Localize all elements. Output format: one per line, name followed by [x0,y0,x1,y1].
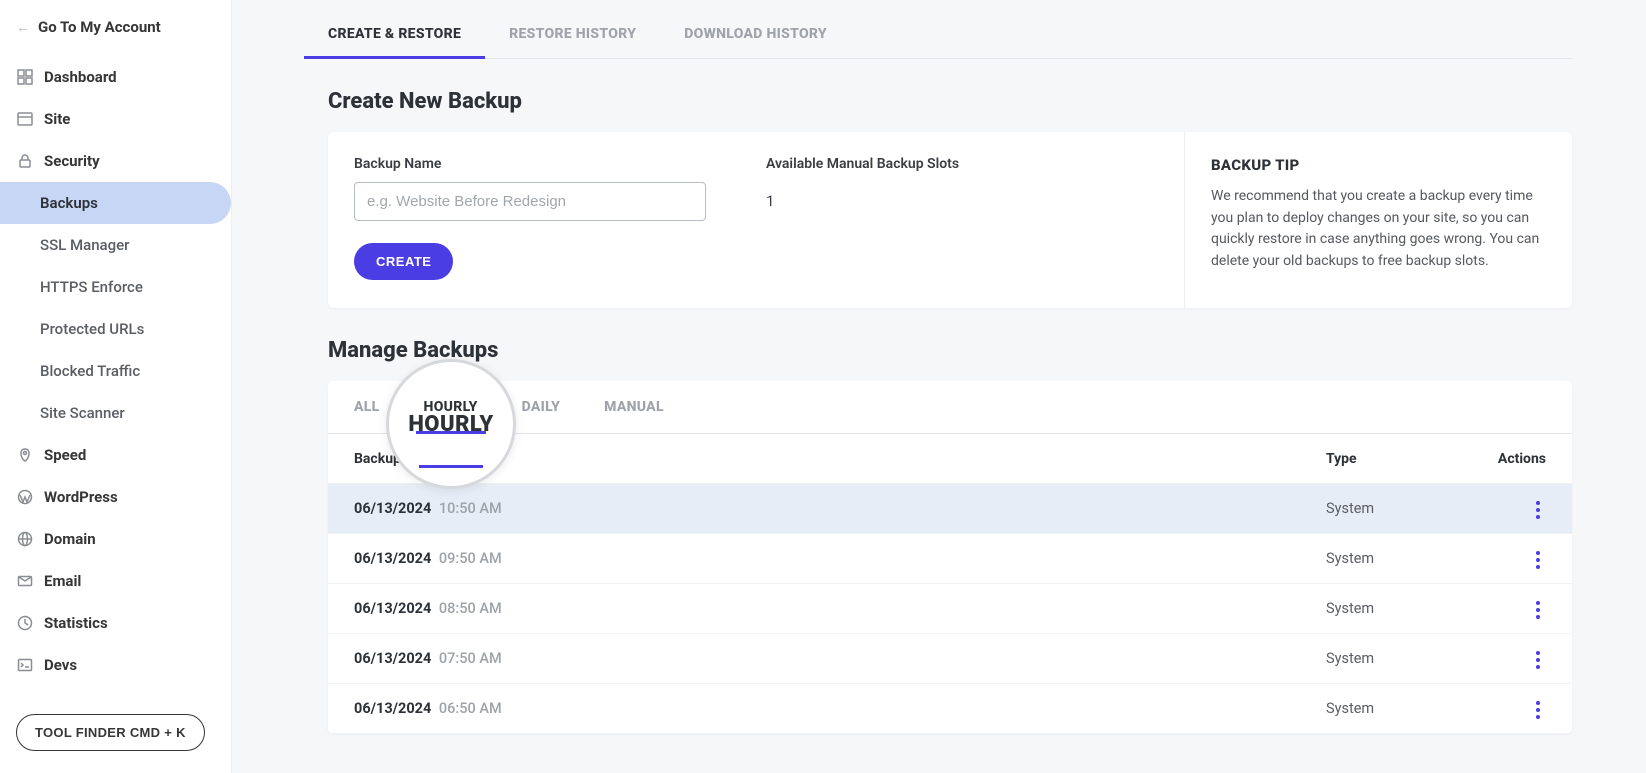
sidebar-item-email[interactable]: Email [0,560,231,602]
top-tabs: CREATE & RESTORE RESTORE HISTORY DOWNLOA… [328,12,1572,59]
tab-restore-history[interactable]: RESTORE HISTORY [509,12,636,58]
window-icon [16,110,34,128]
sidebar-nav: Dashboard Site Security Backups SSL Mana… [0,56,231,686]
go-to-account-link[interactable]: ← Go To My Account [0,8,231,46]
sidebar-footer: TOOL FINDER CMD + K [0,696,231,773]
create-backup-heading: Create New Backup [328,89,1572,114]
row-type: System [1326,600,1466,617]
row-time: 09:50 AM [435,550,501,567]
sidebar-item-label: Email [44,572,81,590]
tool-finder-button[interactable]: TOOL FINDER CMD + K [16,714,205,751]
grid-icon [16,68,34,86]
manage-backups-card: HOURLY ALL HOURLY DAILY MANUAL Backup Ty… [328,381,1572,734]
tab-download-history[interactable]: DOWNLOAD HISTORY [684,12,827,58]
row-type: System [1326,500,1466,517]
table-header: Backup Type Actions [328,434,1572,484]
row-actions-menu[interactable] [1530,645,1546,675]
row-actions-menu[interactable] [1530,545,1546,575]
mail-icon [16,572,34,590]
tip-text: We recommend that you create a backup ev… [1211,186,1546,273]
row-type: System [1326,700,1466,717]
create-button[interactable]: CREATE [354,243,453,280]
sidebar-item-label: Statistics [44,614,108,632]
sidebar-item-site[interactable]: Site [0,98,231,140]
create-backup-card: Backup Name Available Manual Backup Slot… [328,132,1572,308]
table-row[interactable]: 06/13/2024 06:50 AM System [328,684,1572,734]
row-date: 06/13/2024 [354,600,431,617]
table-row[interactable]: 06/13/2024 09:50 AM System [328,534,1572,584]
sidebar-item-devs[interactable]: Devs [0,644,231,686]
main-content: CREATE & RESTORE RESTORE HISTORY DOWNLOA… [232,0,1646,773]
create-backup-form: Backup Name Available Manual Backup Slot… [328,132,1184,308]
sidebar-item-label: Domain [44,530,96,548]
row-type: System [1326,650,1466,667]
tip-title: BACKUP TIP [1211,156,1546,174]
backup-name-input[interactable] [354,182,706,221]
sidebar-item-domain[interactable]: Domain [0,518,231,560]
sidebar-item-label: WordPress [44,488,118,506]
go-to-account-label: Go To My Account [38,18,161,36]
col-actions: Actions [1466,451,1546,467]
table-body: 06/13/2024 10:50 AMSystem06/13/2024 09:5… [328,484,1572,734]
subnav-item-site-scanner[interactable]: Site Scanner [0,392,231,434]
col-type: Type [1326,451,1466,467]
row-date: 06/13/2024 [354,700,431,717]
sidebar-item-dashboard[interactable]: Dashboard [0,56,231,98]
row-time: 07:50 AM [435,650,501,667]
backup-tip-panel: BACKUP TIP We recommend that you create … [1184,132,1572,308]
sidebar-item-label: Dashboard [44,68,117,86]
subnav-item-https-enforce[interactable]: HTTPS Enforce [0,266,231,308]
subnav-item-ssl-manager[interactable]: SSL Manager [0,224,231,266]
security-subnav: Backups SSL Manager HTTPS Enforce Protec… [0,182,231,434]
col-backup: Backup [354,451,1326,467]
row-actions-menu[interactable] [1530,495,1546,525]
row-time: 08:50 AM [435,600,501,617]
tab-create-restore[interactable]: CREATE & RESTORE [328,12,461,58]
sidebar-item-label: Devs [44,656,77,674]
sidebar-item-wordpress[interactable]: WordPress [0,476,231,518]
row-type: System [1326,550,1466,567]
table-row[interactable]: 06/13/2024 08:50 AM System [328,584,1572,634]
sidebar-item-speed[interactable]: Speed [0,434,231,476]
wordpress-icon [16,488,34,506]
row-time: 06:50 AM [435,700,501,717]
row-date: 06/13/2024 [354,650,431,667]
filter-tab-all[interactable]: ALL [354,381,380,433]
slots-value: 1 [766,182,959,210]
arrow-left-icon: ← [16,19,30,36]
filter-tab-manual[interactable]: MANUAL [604,381,664,433]
subnav-item-blocked-traffic[interactable]: Blocked Traffic [0,350,231,392]
row-date: 06/13/2024 [354,550,431,567]
rocket-icon [16,446,34,464]
row-date: 06/13/2024 [354,500,431,517]
table-row[interactable]: 06/13/2024 10:50 AM System [328,484,1572,534]
clock-icon [16,614,34,632]
manage-backups-heading: Manage Backups [328,338,1572,363]
filter-tabs: ALL HOURLY DAILY MANUAL [328,381,1572,434]
table-row[interactable]: 06/13/2024 07:50 AM System [328,634,1572,684]
backup-name-label: Backup Name [354,156,706,172]
terminal-icon [16,656,34,674]
globe-icon [16,530,34,548]
sidebar-item-label: Site [44,110,70,128]
slots-label: Available Manual Backup Slots [766,156,959,172]
sidebar-item-label: Security [44,152,100,170]
row-actions-menu[interactable] [1530,695,1546,725]
row-time: 10:50 AM [435,500,501,517]
lock-icon [16,152,34,170]
sidebar: ← Go To My Account Dashboard Site Securi… [0,0,232,773]
sidebar-item-statistics[interactable]: Statistics [0,602,231,644]
subnav-item-protected-urls[interactable]: Protected URLs [0,308,231,350]
row-actions-menu[interactable] [1530,595,1546,625]
filter-tab-hourly[interactable]: HOURLY [424,381,478,433]
sidebar-item-security[interactable]: Security [0,140,231,182]
filter-tab-daily[interactable]: DAILY [522,381,561,433]
subnav-item-backups[interactable]: Backups [0,182,231,224]
sidebar-item-label: Speed [44,446,86,464]
